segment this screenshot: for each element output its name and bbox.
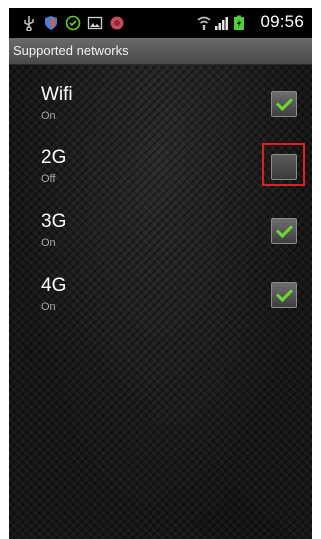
status-clock: 09:56 bbox=[260, 12, 304, 31]
4g-checkbox[interactable] bbox=[271, 282, 297, 308]
highlight-box bbox=[262, 143, 305, 186]
network-state: On bbox=[41, 301, 56, 313]
wifi-icon bbox=[197, 16, 211, 30]
network-row-wifi[interactable]: Wifi On bbox=[9, 84, 312, 142]
usb-icon bbox=[24, 16, 34, 31]
network-row-3g[interactable]: 3G On bbox=[9, 211, 312, 269]
network-name: 3G bbox=[41, 211, 67, 232]
network-name: 4G bbox=[41, 275, 67, 296]
title-bar: Supported networks bbox=[9, 38, 312, 65]
network-name: Wifi bbox=[41, 84, 73, 105]
network-row-2g[interactable]: 2G Off bbox=[9, 143, 312, 205]
signal-icon bbox=[215, 17, 228, 30]
network-state: Off bbox=[41, 173, 56, 185]
page-title: Supported networks bbox=[13, 43, 129, 58]
phone-screen: 09:56 Supported networks Wifi On 2G Off … bbox=[9, 8, 312, 539]
battery-icon bbox=[234, 15, 244, 30]
shield-icon bbox=[45, 16, 57, 30]
app-icon bbox=[110, 16, 124, 30]
status-bar: 09:56 bbox=[9, 8, 312, 38]
image-icon bbox=[87, 16, 103, 30]
wifi-checkbox[interactable] bbox=[271, 91, 297, 117]
network-row-4g[interactable]: 4G On bbox=[9, 275, 312, 333]
check-circle-icon bbox=[65, 15, 81, 31]
3g-checkbox[interactable] bbox=[271, 218, 297, 244]
network-name: 2G bbox=[41, 147, 67, 168]
network-state: On bbox=[41, 237, 56, 249]
network-list: Wifi On 2G Off 3G On 4G On bbox=[9, 65, 312, 539]
network-state: On bbox=[41, 110, 56, 122]
